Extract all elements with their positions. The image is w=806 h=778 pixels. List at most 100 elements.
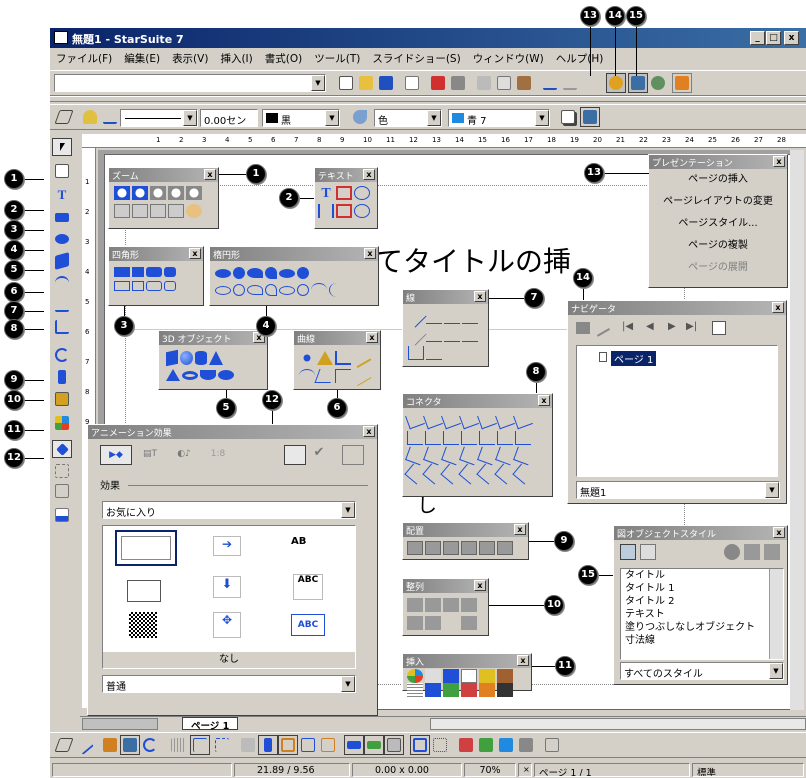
insert-video-icon[interactable] <box>497 683 513 697</box>
last-page-icon[interactable]: ▶| <box>686 321 697 332</box>
navigator-tree[interactable]: ページ 1 <box>576 345 778 477</box>
navigator-doc-arrow[interactable]: ▼ <box>765 482 779 498</box>
curve-tool-icon[interactable] <box>52 274 72 292</box>
style-item[interactable]: タイトル 2 <box>621 595 783 608</box>
3d-objects-panel-title[interactable]: 3D オブジェクト x <box>159 331 267 345</box>
insert-file-icon[interactable] <box>425 683 441 697</box>
connector-panel-close[interactable]: x <box>538 395 550 406</box>
text-select-icon[interactable] <box>364 735 384 755</box>
zoom-page-icon[interactable] <box>114 204 130 218</box>
slide-title-text[interactable]: てタイトルの挿 <box>375 240 571 280</box>
arrange-panel-title[interactable]: 整列 x <box>403 579 488 593</box>
line-color-dropdown-arrow[interactable]: ▼ <box>325 110 339 126</box>
connector-icon[interactable] <box>441 410 461 430</box>
area-color-select[interactable]: 青 7 ▼ <box>448 109 550 127</box>
ellipse-pie-filled-icon[interactable] <box>247 268 263 278</box>
align-panel-close[interactable]: x <box>514 524 526 535</box>
tab-page-1[interactable]: ページ 1 <box>182 717 239 732</box>
rounded-rect-filled-icon[interactable] <box>146 267 162 277</box>
text-abc-spread-effect[interactable]: ABC <box>291 614 325 636</box>
pointer-icon[interactable] <box>576 322 590 334</box>
half-sphere-icon[interactable] <box>218 370 234 380</box>
freeform-icon[interactable] <box>350 365 372 387</box>
copy-icon[interactable] <box>494 73 514 93</box>
zoom-panel-title[interactable]: ズーム x <box>109 168 218 182</box>
quick-edit-icon[interactable] <box>344 735 364 755</box>
rectangle-panel-close[interactable]: x <box>189 248 201 259</box>
snap-frame-icon[interactable] <box>278 735 298 755</box>
menu-edit[interactable]: 編集(E) <box>118 48 166 66</box>
fly-in-all-icon[interactable]: ✥ <box>213 612 241 638</box>
fly-in-top-icon[interactable]: ⬇ <box>213 576 241 598</box>
ellipse-arc-icon[interactable] <box>311 283 327 297</box>
insert-page-item[interactable]: ページの挿入 <box>649 169 787 191</box>
menu-file[interactable]: ファイル(F) <box>50 48 118 66</box>
arrow-style-icon[interactable] <box>100 107 120 127</box>
connector-icon[interactable] <box>441 446 461 466</box>
polygon45-icon[interactable] <box>335 369 351 383</box>
text-effects-tab[interactable]: ▤T <box>134 445 166 465</box>
torus-icon[interactable] <box>182 370 198 380</box>
glue-points-icon[interactable] <box>100 735 120 755</box>
style-item[interactable]: 塗りつぶしなしオブジェクト <box>621 621 783 634</box>
undo-icon[interactable] <box>540 73 560 93</box>
curve-panel-title[interactable]: 曲線 x <box>294 331 380 345</box>
snap-grid-icon[interactable] <box>190 735 210 755</box>
connector-panel-title[interactable]: コネクタ x <box>403 394 552 408</box>
connector-icon[interactable] <box>495 410 515 430</box>
in-front-icon[interactable] <box>407 616 423 630</box>
dimension-line-icon[interactable] <box>408 346 424 360</box>
line-circle-icon[interactable] <box>426 328 442 342</box>
circle-segment-filled-icon[interactable] <box>297 267 309 279</box>
3d-tool-icon[interactable] <box>52 252 72 270</box>
zoom-object-icon[interactable] <box>168 204 184 218</box>
change-layout-item[interactable]: ページレイアウトの変更 <box>649 191 787 213</box>
snap-page-icon[interactable] <box>258 735 278 755</box>
connector-icon[interactable] <box>512 463 534 485</box>
zoom-optimal-icon[interactable] <box>150 204 166 218</box>
line-square-icon[interactable] <box>444 328 460 342</box>
presentation-styles-icon[interactable] <box>640 544 656 560</box>
line-arrows-icon[interactable] <box>444 310 460 324</box>
align-left-icon[interactable] <box>407 541 423 555</box>
rotation-mode-icon[interactable] <box>120 735 140 755</box>
curve-icon[interactable] <box>299 369 315 383</box>
line-circle-arrow-icon[interactable] <box>462 328 478 342</box>
speed-select[interactable]: 普通 ▼ <box>102 675 356 693</box>
snap-object-icon[interactable] <box>318 735 338 755</box>
maximize-button[interactable]: □ <box>766 31 781 45</box>
cylinder-icon[interactable] <box>195 351 207 365</box>
redo-icon[interactable] <box>560 73 580 93</box>
minimize-button[interactable]: _ <box>750 31 765 45</box>
next-page-icon[interactable]: ▶ <box>668 321 676 332</box>
connector-icon[interactable] <box>423 446 443 466</box>
lines-panel-close[interactable]: x <box>474 291 486 302</box>
line-style-select[interactable]: ▼ <box>120 109 198 127</box>
horizontal-ruler[interactable]: 1 2 3 4 5 6 7 8 9 10 11 12 13 14 15 16 17 18 19 20 21 22 23 24 2… <box>82 134 806 148</box>
text-tool-icon[interactable]: T <box>52 186 72 204</box>
new-doc-icon[interactable] <box>336 73 356 93</box>
curve-filled-icon[interactable] <box>299 351 315 365</box>
menu-window[interactable]: ウィンドウ(W) <box>467 48 550 66</box>
navigator-doc-select[interactable]: 無題1 ▼ <box>576 481 780 499</box>
connector-icon[interactable] <box>497 431 513 445</box>
url-dropdown-arrow[interactable]: ▼ <box>311 75 325 91</box>
insert-formula-icon[interactable] <box>425 669 441 683</box>
connector-tool-icon[interactable] <box>52 318 72 336</box>
url-field[interactable]: ▼ <box>54 74 326 92</box>
other-effects-tab[interactable]: ◐♪ <box>168 445 200 465</box>
circle-outline-icon[interactable] <box>233 284 245 296</box>
align-panel-title[interactable]: 配置 x <box>403 523 528 537</box>
align-tool-icon[interactable] <box>52 368 72 386</box>
connector-icon[interactable] <box>477 446 497 466</box>
navigator-panel-title[interactable]: ナビゲータ x <box>568 301 786 315</box>
square-filled-icon[interactable] <box>132 267 144 277</box>
zoom-in-icon[interactable] <box>114 186 130 200</box>
edit-points-icon[interactable] <box>74 735 94 755</box>
menu-slideshow[interactable]: スライドショー(S) <box>366 48 466 66</box>
insert-panel-close[interactable]: x <box>517 655 529 666</box>
style-item[interactable]: 寸法線 <box>621 634 783 647</box>
extras-icon[interactable] <box>284 445 306 465</box>
shell-icon[interactable] <box>200 370 216 380</box>
presentation-box-icon[interactable] <box>580 107 600 127</box>
